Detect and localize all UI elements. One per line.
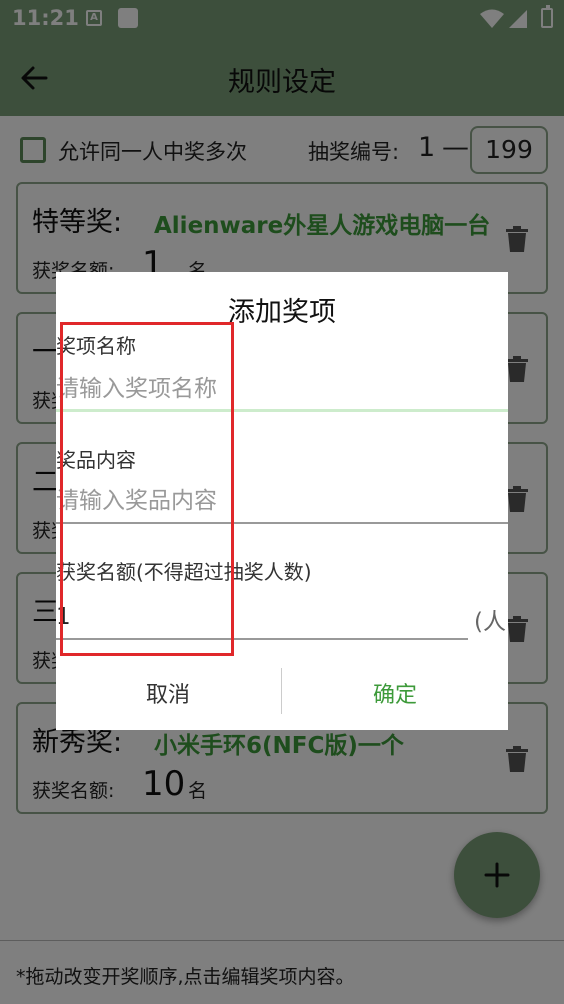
cancel-button[interactable]: 取消 [56, 664, 280, 722]
confirm-button[interactable]: 确定 [282, 664, 508, 722]
prize-count-unit-text: (人) [474, 609, 508, 635]
highlight-box [60, 322, 234, 656]
